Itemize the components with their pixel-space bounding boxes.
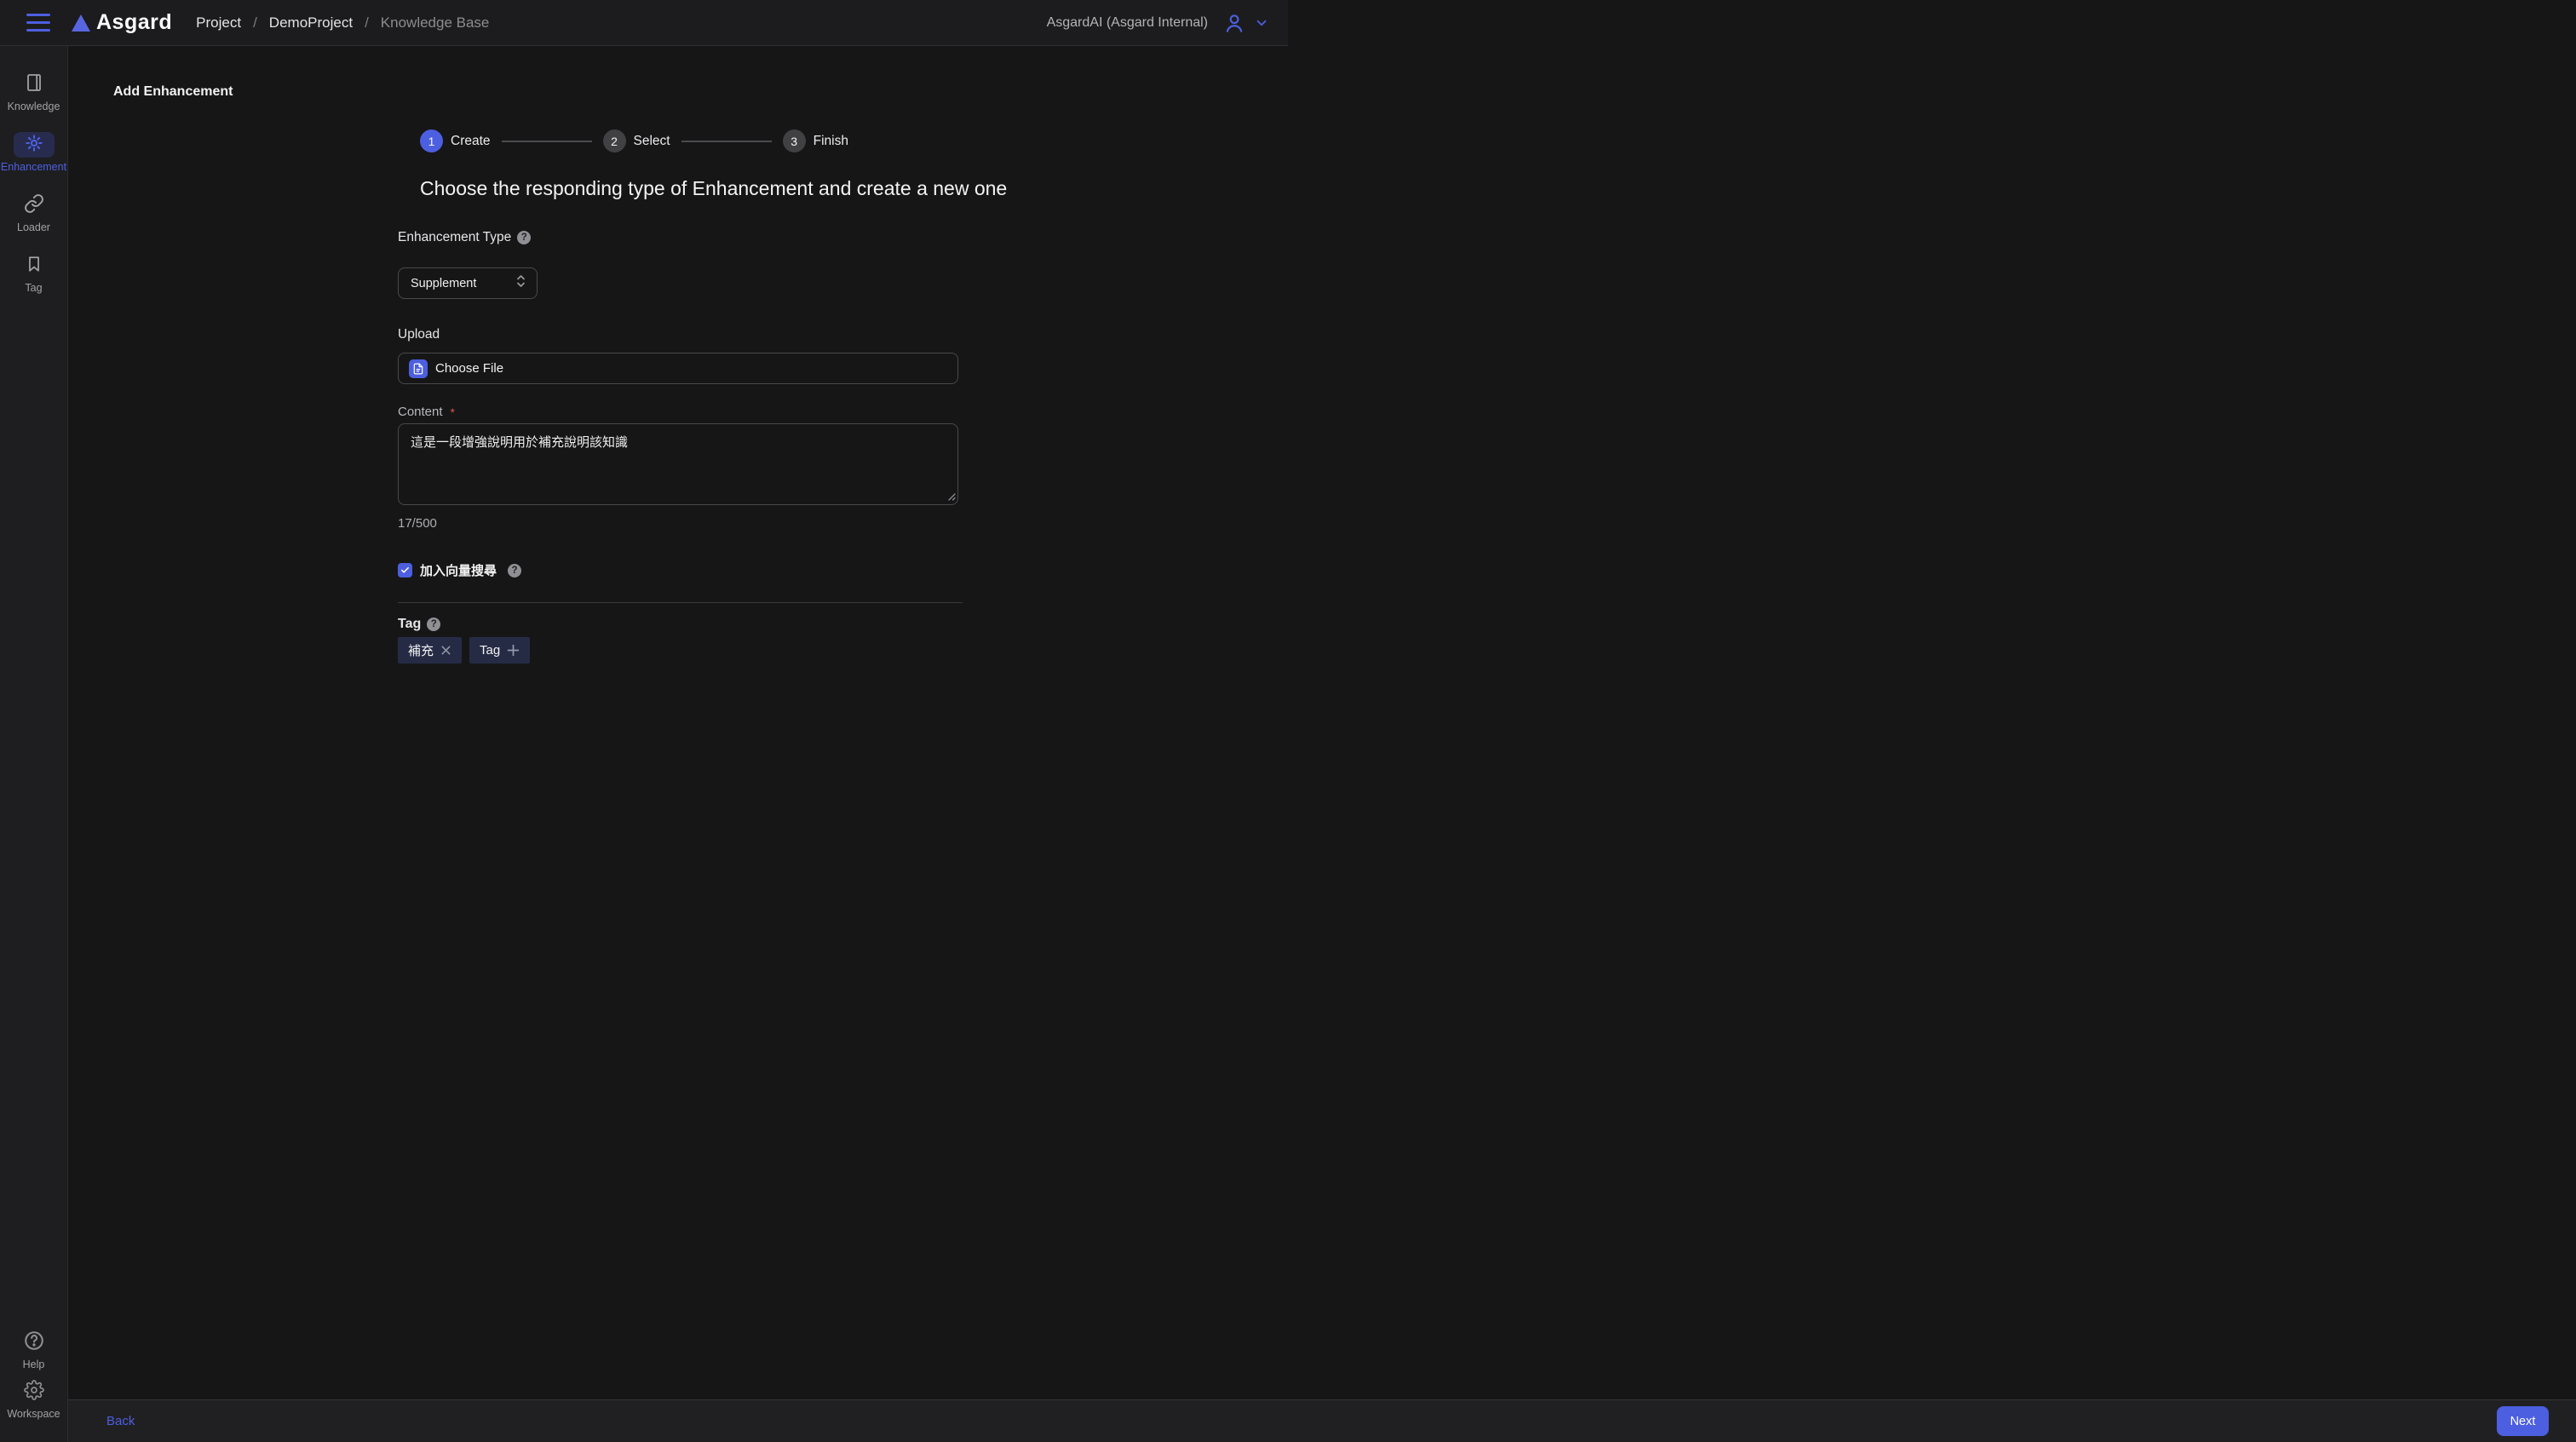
hamburger-menu-icon[interactable] [26, 14, 50, 32]
content-textarea[interactable]: 這是一段增強說明用於補充說明該知識 [398, 423, 958, 505]
breadcrumb-separator: / [253, 14, 257, 32]
sidebar-item-help[interactable]: Help [0, 1330, 68, 1370]
wizard-footer: Back Next [68, 1399, 2576, 1442]
add-tag-plus-icon [507, 644, 520, 657]
sidebar-item-label: Tag [25, 282, 42, 294]
sidebar-item-label: Enhancement [1, 161, 66, 173]
sidebar-item-label: Knowledge [8, 101, 60, 112]
link-icon [24, 193, 44, 218]
tag-chip-label: 補充 [408, 641, 434, 659]
back-link[interactable]: Back [106, 1414, 135, 1428]
left-sidebar: Knowledge Enhancement Loader Tag [0, 46, 68, 1442]
sidebar-item-enhancement[interactable]: Enhancement [0, 132, 68, 173]
select-updown-icon [515, 273, 526, 293]
tag-chip: 補充 [398, 637, 462, 664]
selected-type-value: Supplement [411, 277, 515, 290]
sidebar-item-tag[interactable]: Tag [0, 253, 68, 294]
sidebar-item-label: Loader [17, 221, 50, 233]
asgard-logo-icon [72, 14, 90, 32]
choose-file-label: Choose File [435, 361, 503, 376]
brand-name: Asgard [96, 10, 172, 35]
section-divider [398, 602, 963, 603]
sidebar-item-knowledge[interactable]: Knowledge [0, 72, 68, 112]
step-2-label: Select [634, 134, 670, 149]
step-connector [681, 141, 772, 142]
sidebar-item-label: Help [23, 1359, 45, 1370]
question-circle-icon [23, 1330, 45, 1356]
bookmark-icon [25, 255, 43, 278]
vector-search-label: 加入向量搜尋 [420, 561, 497, 579]
tag-section-label: Tag [398, 617, 421, 632]
sidebar-item-label: Workspace [7, 1408, 60, 1420]
step-3-label: Finish [814, 134, 848, 149]
page-title: Add Enhancement [113, 82, 1288, 102]
breadcrumb-project[interactable]: Project [196, 14, 241, 32]
form-heading: Choose the responding type of Enhancemen… [420, 175, 980, 202]
user-avatar-icon[interactable] [1223, 12, 1245, 34]
account-label: AsgardAI (Asgard Internal) [1047, 15, 1208, 31]
gear-icon [24, 1380, 44, 1405]
step-3-circle: 3 [783, 129, 806, 152]
add-tag-chip[interactable]: Tag [469, 637, 530, 664]
tag-chip-list: 補充 Tag [398, 637, 958, 664]
required-marker: * [451, 405, 455, 419]
vector-search-checkbox[interactable] [398, 563, 412, 577]
char-counter: 17/500 [398, 516, 958, 531]
step-1-circle: 1 [420, 129, 443, 152]
breadcrumb: Project / DemoProject / Knowledge Base [196, 14, 489, 32]
breadcrumb-separator: / [365, 14, 369, 32]
help-icon[interactable]: ? [508, 564, 521, 577]
main-content: Add Enhancement 1 Create 2 Select 3 Fini… [68, 46, 1288, 721]
help-icon[interactable]: ? [517, 231, 531, 244]
help-icon[interactable]: ? [427, 618, 440, 631]
breadcrumb-demoproject[interactable]: DemoProject [269, 14, 353, 32]
next-button[interactable]: Next [2497, 1406, 2549, 1436]
book-icon [24, 72, 44, 97]
step-connector [502, 141, 592, 142]
enhancement-type-select[interactable]: Supplement [398, 267, 538, 299]
step-2-circle: 2 [603, 129, 626, 152]
breadcrumb-knowledge-base: Knowledge Base [381, 14, 490, 32]
content-label: Content [398, 405, 443, 419]
stepper: 1 Create 2 Select 3 Finish [420, 129, 980, 152]
sun-icon [25, 134, 43, 157]
choose-file-button[interactable]: Choose File [398, 353, 958, 384]
remove-tag-icon[interactable] [440, 645, 451, 656]
step-1-label: Create [451, 134, 491, 149]
upload-label: Upload [398, 327, 440, 342]
add-tag-label: Tag [480, 643, 500, 658]
enhancement-type-label: Enhancement Type [398, 230, 511, 245]
top-header: Asgard Project / DemoProject / Knowledge… [0, 0, 1288, 46]
file-document-icon [409, 359, 428, 378]
sidebar-item-workspace[interactable]: Workspace [0, 1379, 68, 1420]
sidebar-item-loader[interactable]: Loader [0, 192, 68, 233]
chevron-down-icon[interactable] [1254, 15, 1269, 31]
